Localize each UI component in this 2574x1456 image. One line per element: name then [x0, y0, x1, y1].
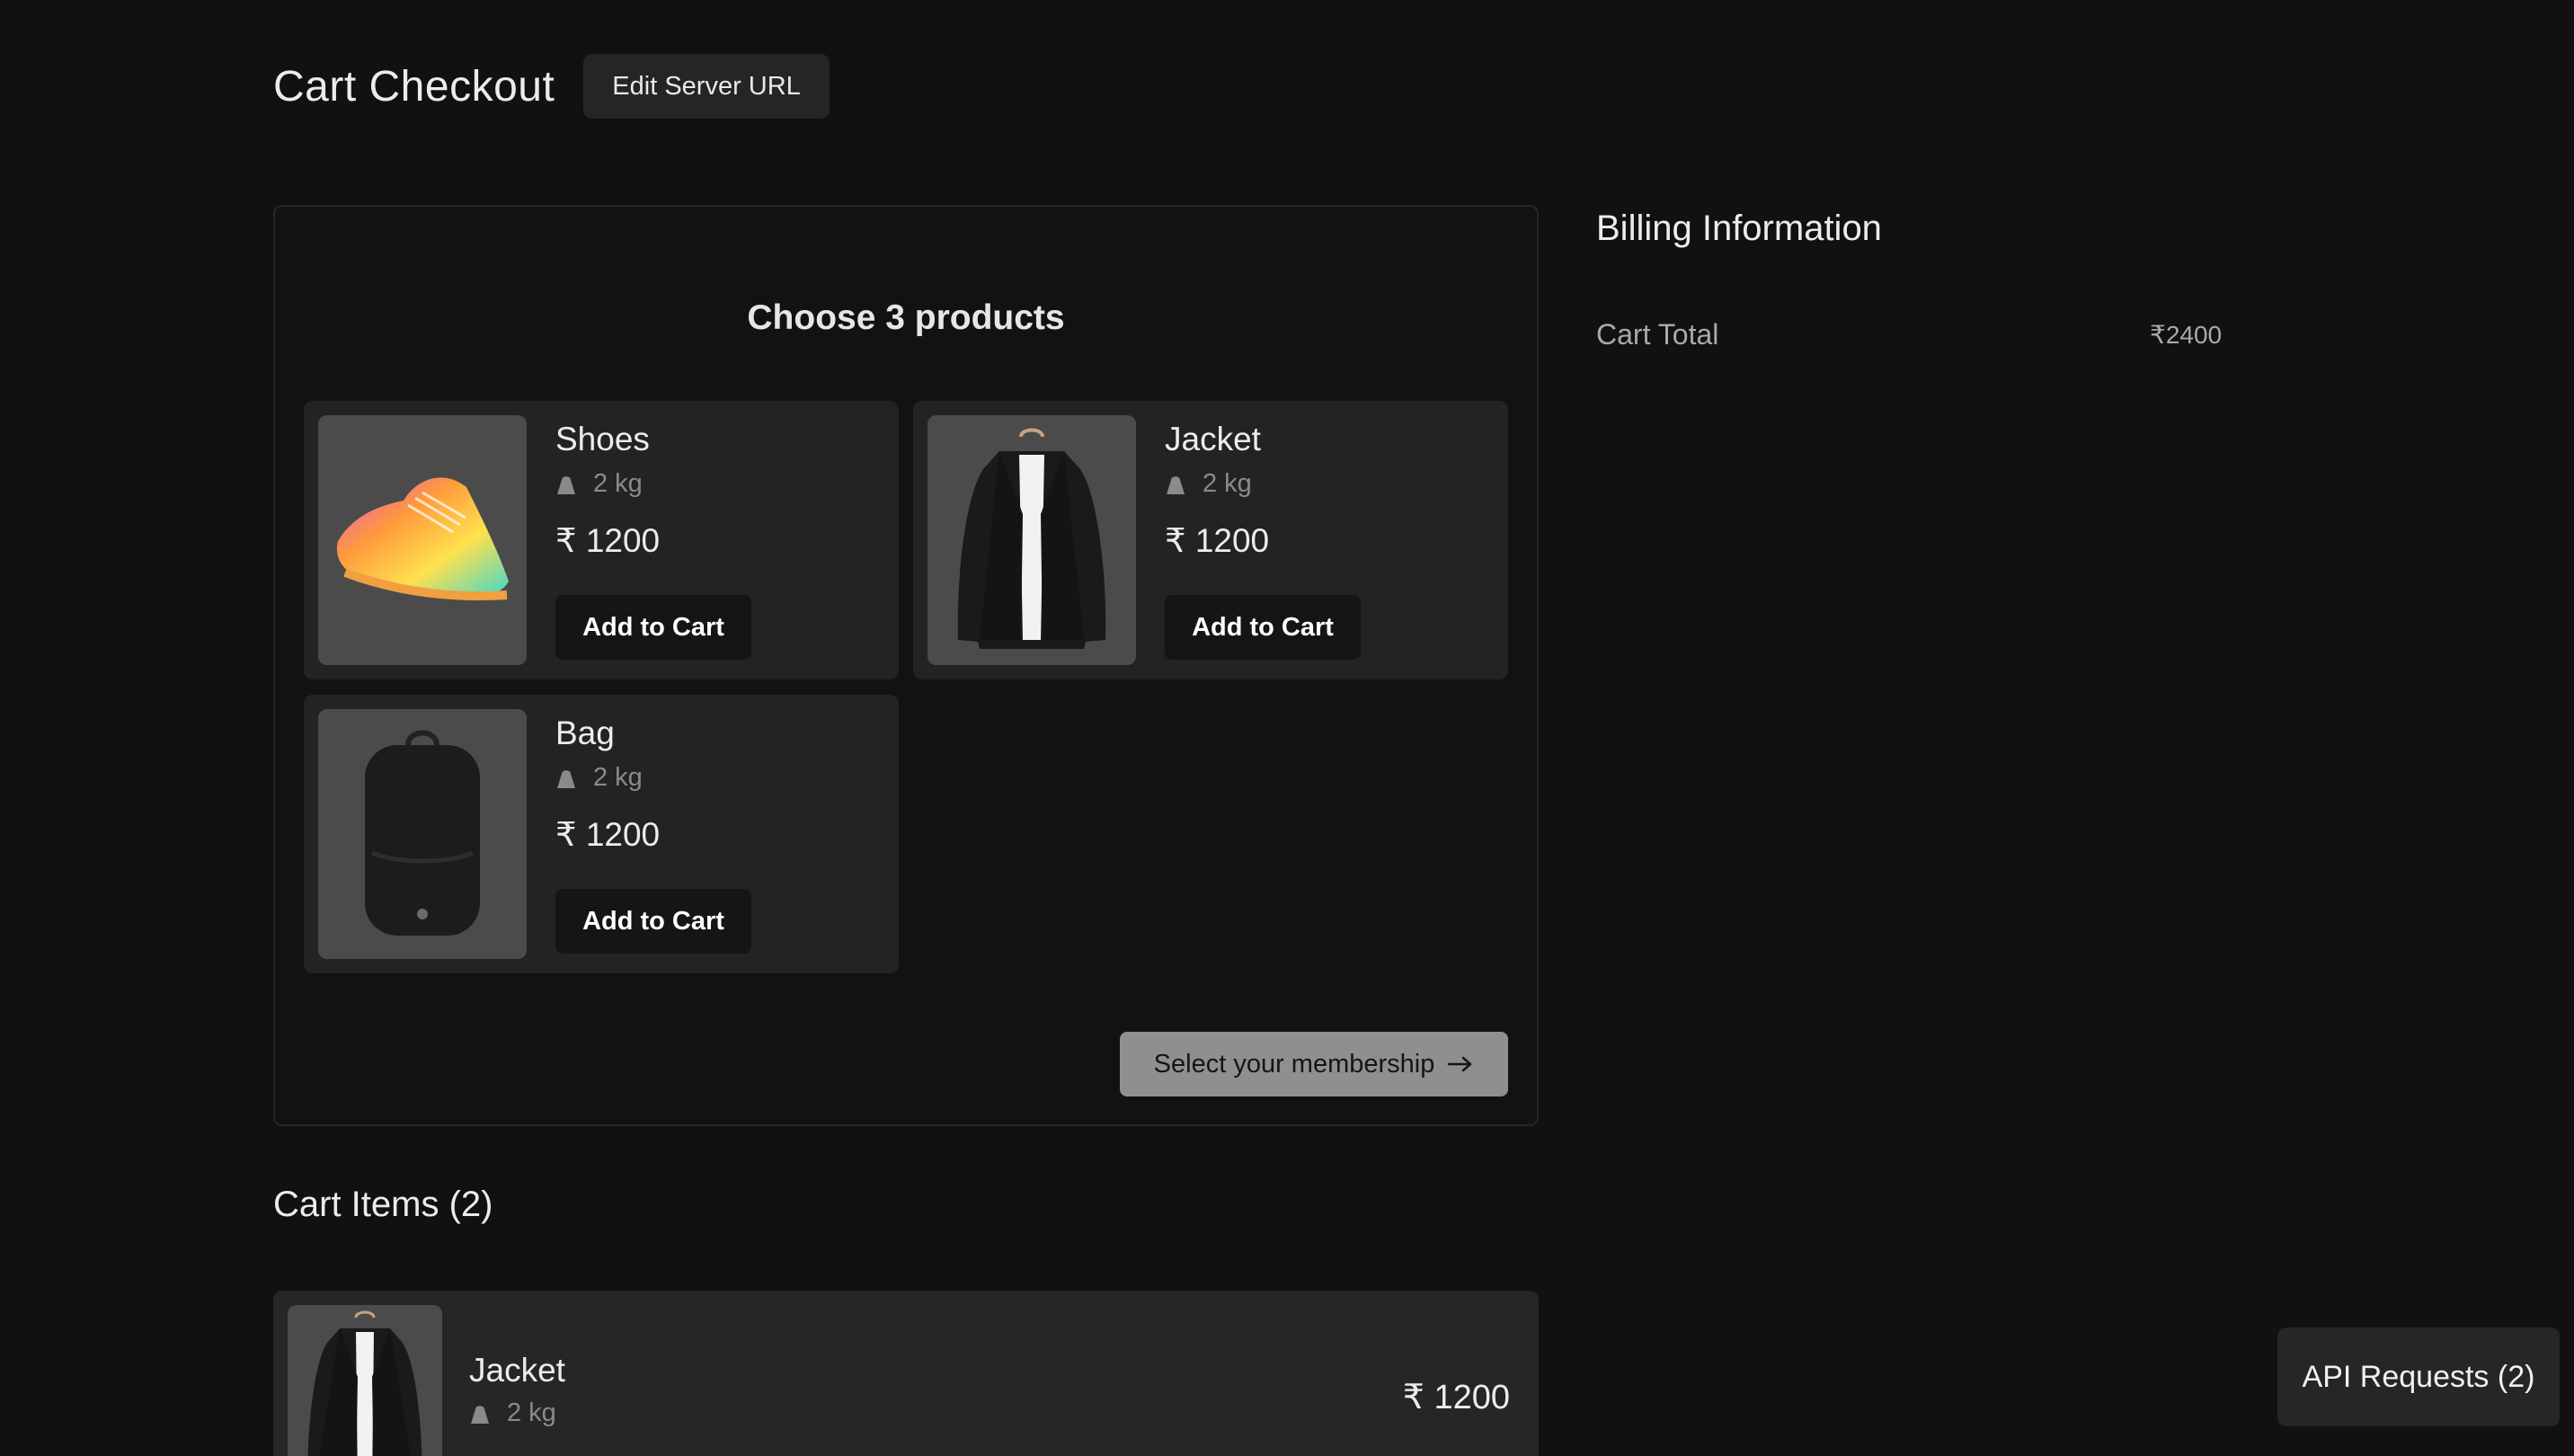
cart-item-row: Jacket 2 kg ₹ 1200: [273, 1291, 1539, 1456]
product-weight: 2 kg: [555, 763, 643, 793]
product-image-jacket: [928, 415, 1136, 665]
cart-item-image: [288, 1305, 442, 1456]
bag-weight-icon: [557, 769, 575, 788]
edit-server-url-button[interactable]: Edit Server URL: [583, 54, 830, 119]
product-price: ₹ 1200: [555, 522, 661, 559]
cart-item-name: Jacket: [469, 1352, 565, 1389]
product-price: ₹ 1200: [555, 816, 661, 853]
product-card-jacket: Jacket 2 kg ₹ 1200 Add to Cart: [913, 401, 1508, 679]
product-card-bag: Bag 2 kg ₹ 1200 Add to Cart: [304, 695, 899, 973]
products-panel: Choose 3 products Shoes 2 kg ₹ 1200 Add …: [273, 205, 1539, 1126]
product-image-shoes: [318, 415, 527, 665]
product-name: Bag: [555, 715, 615, 751]
billing-title: Billing Information: [1596, 209, 1882, 248]
jacket-image: [928, 415, 1136, 665]
product-weight-value: 2 kg: [593, 469, 643, 498]
cart-item-weight-value: 2 kg: [507, 1398, 556, 1427]
page-header: Cart Checkout Edit Server URL: [273, 54, 830, 119]
add-to-cart-bag-button[interactable]: Add to Cart: [555, 889, 751, 954]
products-heading: Choose 3 products: [747, 298, 1065, 337]
sneaker-image: [318, 415, 527, 665]
cart-item-price: ₹ 1200: [1402, 1379, 1510, 1416]
api-requests-button[interactable]: API Requests (2): [2277, 1327, 2560, 1426]
cart-item-weight: 2 kg: [469, 1398, 556, 1428]
arrow-right-icon: [1448, 1056, 1472, 1072]
bag-weight-icon: [557, 475, 575, 494]
select-membership-label: Select your membership: [1153, 1049, 1435, 1079]
bag-weight-icon: [471, 1405, 489, 1424]
product-name: Jacket: [1165, 421, 1261, 457]
product-weight: 2 kg: [1165, 469, 1252, 499]
cart-total-value: ₹2400: [2150, 321, 2223, 349]
product-image-bag: [318, 709, 527, 959]
page-title: Cart Checkout: [273, 62, 555, 111]
select-membership-button[interactable]: Select your membership: [1120, 1032, 1508, 1096]
product-price: ₹ 1200: [1165, 522, 1270, 559]
product-weight: 2 kg: [555, 469, 643, 499]
product-weight-value: 2 kg: [593, 763, 643, 792]
backpack-image: [318, 709, 527, 959]
add-to-cart-shoes-button[interactable]: Add to Cart: [555, 595, 751, 660]
product-weight-value: 2 kg: [1203, 469, 1252, 498]
cart-items-heading: Cart Items (2): [273, 1185, 493, 1224]
cart-total-label: Cart Total: [1596, 318, 1719, 351]
add-to-cart-jacket-button[interactable]: Add to Cart: [1165, 595, 1361, 660]
bag-weight-icon: [1167, 475, 1185, 494]
jacket-image: [288, 1305, 442, 1456]
product-card-shoes: Shoes 2 kg ₹ 1200 Add to Cart: [304, 401, 899, 679]
product-name: Shoes: [555, 421, 650, 457]
